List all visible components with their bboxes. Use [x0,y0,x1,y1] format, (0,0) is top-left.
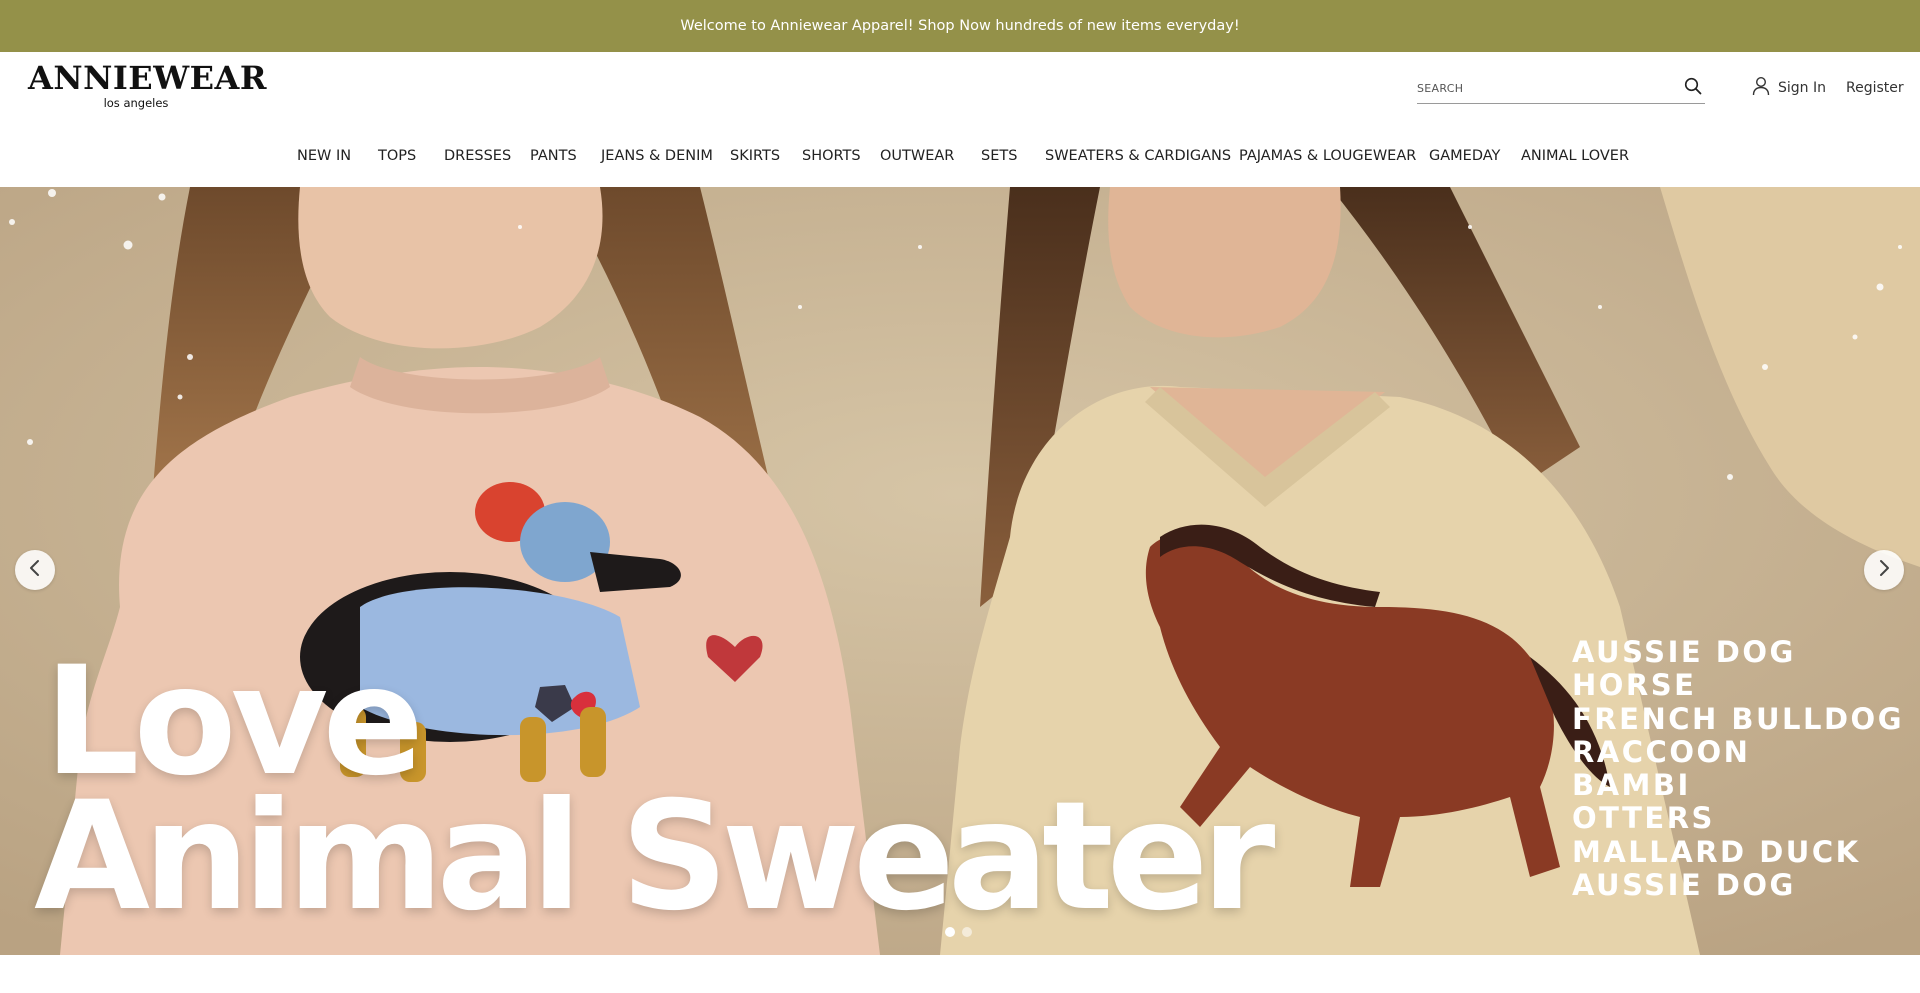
nav-item-new-in[interactable]: NEW IN [297,144,351,168]
hero-banner[interactable]: Love Animal Sweater AUSSIE DOG HORSE FRE… [0,187,1920,955]
nav-item-animal-lover[interactable]: ANIMAL LOVER [1521,144,1629,168]
logo-wordmark: ANNIEWEAR [28,59,267,97]
nav-item-dresses[interactable]: DRESSES [444,144,511,168]
site-logo[interactable]: ANNIEWEAR los angeles [28,59,267,110]
sign-in-link[interactable]: Sign In [1752,76,1826,100]
chevron-left-icon [27,559,43,582]
nav-item-gameday[interactable]: GAMEDAY [1429,144,1500,168]
account-links: Sign In Register [1752,75,1904,101]
nav-item-tops[interactable]: TOPS [378,144,416,168]
carousel-dot-2[interactable] [962,927,972,937]
search-icon [1684,77,1702,100]
nav-item-pajamas-lougewear[interactable]: PAJAMAS & LOUGEWEAR [1239,144,1416,168]
nav-item-skirts[interactable]: SKIRTS [730,144,780,168]
carousel-dots [945,927,972,937]
sign-in-label: Sign In [1778,80,1826,96]
search-input[interactable] [1417,76,1667,100]
announcement-bar: Welcome to Anniewear Apparel! Shop Now h… [0,0,1920,52]
carousel-next-button[interactable] [1864,550,1904,590]
chevron-right-icon [1876,559,1892,582]
search-box [1417,72,1705,104]
hero-image [0,187,1920,955]
nav-item-sets[interactable]: SETS [981,144,1017,168]
main-nav: NEW IN TOPS DRESSES PANTS JEANS & DENIM … [0,144,1920,168]
user-icon [1752,76,1770,100]
register-link[interactable]: Register [1846,80,1904,96]
announcement-text: Welcome to Anniewear Apparel! Shop Now h… [680,18,1240,34]
carousel-prev-button[interactable] [15,550,55,590]
search-button[interactable] [1681,76,1705,100]
nav-item-pants[interactable]: PANTS [530,144,577,168]
nav-item-outwear[interactable]: OUTWEAR [880,144,954,168]
nav-item-sweaters-cardigans[interactable]: SWEATERS & CARDIGANS [1045,144,1231,168]
logo-tagline: los angeles [103,96,169,110]
site-header: ANNIEWEAR los angeles Sign In Register [0,52,1920,187]
carousel-dot-1[interactable] [945,927,955,937]
nav-item-jeans-denim[interactable]: JEANS & DENIM [601,144,713,168]
nav-item-shorts[interactable]: SHORTS [802,144,861,168]
